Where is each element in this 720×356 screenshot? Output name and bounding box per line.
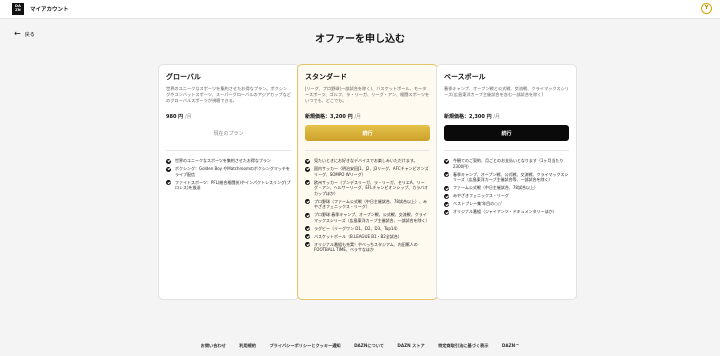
feature-item: ファーム公式戦（中日主催試合、78試合以上） [444, 185, 569, 191]
plan-card-standard: スタンダード Jリーグ、プロ野球(一部試合を除く)、バスケットボール、モータース… [297, 64, 438, 300]
plan-price: 新規価格：2,300 円 /月 [444, 113, 569, 125]
feature-item: ボクシング：Golden Boy やMatchroomのボクシングマッチをライブ… [166, 166, 291, 177]
footer-link-contact[interactable]: お問い合わせ [201, 343, 226, 348]
price-unit: /月 [493, 114, 501, 120]
feature-item: 国内サッカー（明治安田J1、J2、J3リーグ、AFCチャンピオンズリーグ、SOM… [305, 166, 430, 177]
feature-item: みやざきフェニックス・リーグ [444, 193, 569, 199]
check-icon [166, 180, 171, 186]
feature-list: 世界のユニークなスポーツを集約させたお得なプラン ボクシング：Golden Bo… [166, 158, 291, 191]
check-icon [305, 166, 310, 172]
divider [444, 150, 569, 151]
price-label: 新規価格： [444, 114, 470, 120]
current-plan-label: 現在のプラン [213, 130, 244, 137]
feature-item: バスケットボール（B.LEAGUE B1・B2全試合） [305, 234, 430, 240]
check-icon [305, 180, 310, 186]
plan-price: 新規価格：3,200 円 /月 [305, 113, 430, 125]
footer-link-legal[interactable]: 特定商取引法に基づく表示 [438, 343, 488, 348]
footer-link-trademark[interactable]: DAZN™ [502, 343, 519, 348]
check-icon [444, 193, 449, 199]
check-icon [305, 158, 310, 164]
footer-link-about[interactable]: DAZNについて [354, 343, 384, 348]
footer-links: お問い合わせ 利用規約 プライバシーポリシーとクッキー通知 DAZNについて D… [0, 343, 720, 349]
plan-card-global: グローバル 世界のユニークなスポーツを集約させたお得なプラン。ボクシングやコンバ… [158, 64, 299, 300]
plan-description: 世界のユニークなスポーツを集約させたお得なプラン。ボクシングやコンバットスポーツ… [166, 86, 291, 104]
price-value: 3,200 円 [330, 114, 353, 120]
check-icon [305, 226, 310, 232]
plan-name: ベースボール [444, 73, 486, 81]
page-title: オファーを申し込む [315, 34, 405, 45]
divider [166, 150, 291, 151]
feature-item: 世界のユニークなスポーツを集約させたお得なプラン [166, 158, 291, 164]
check-icon [444, 209, 449, 215]
plan-name: スタンダード [305, 73, 347, 81]
feature-item: オリジナル番組（ジャイアンツ・ドキュメンタリーほか） [444, 209, 569, 215]
feature-item: ベストプレー集'年目の○○' [444, 201, 569, 207]
price-label: 新規価格： [305, 114, 331, 120]
feature-item: プロ野球（ファーム公式戦（中日主催試合、78試合以上）、みやざきフェニックス・リ… [305, 199, 430, 210]
feature-item: 今観てのご契約、月ごとのお支払いとなります（1ヶ月当たり2300円） [444, 158, 569, 169]
footer-link-privacy[interactable]: プライバシーポリシーとクッキー通知 [269, 343, 340, 348]
feature-item: オリジナル番組も充実！やべっちスタジアム、内田篤人のFOOTBALL TIME、… [305, 242, 430, 253]
check-icon [166, 158, 171, 164]
feature-item: 見たいときにお好きなデバイスでお楽しみいただけます。 [305, 158, 430, 164]
continue-button-baseball[interactable]: 続行 [444, 125, 569, 141]
check-icon [166, 166, 171, 172]
dazn-logo[interactable]: DA ZN [12, 3, 24, 15]
check-icon [305, 212, 310, 218]
check-icon [305, 199, 310, 205]
check-icon [444, 185, 449, 191]
feature-item: ファイトスポーツ：PFL(総合格闘技)やインパクトレスリング(プロレス)を放送 [166, 180, 291, 191]
price-value: 980 円 [166, 114, 184, 120]
price-value: 2,300 円 [469, 114, 492, 120]
avatar[interactable]: Y [701, 3, 712, 14]
plan-description: 春季キャンプ、オープン戦と公式戦、交流戦、クライマックスシリーズ(広島東洋カープ… [444, 86, 569, 98]
feature-item: 春季キャンプ、オープン戦、公式戦、交流戦、クライマックスシリーズ（広島東洋カープ… [444, 172, 569, 183]
check-icon [444, 172, 449, 178]
account-title: マイアカウント [30, 7, 69, 13]
feature-item: ラグビー（リーグワン D1、D2、D3、Top14） [305, 226, 430, 232]
plan-description: Jリーグ、プロ野球(一部試合を除く)、バスケットボール、モータースポーツ、ゴルフ… [305, 86, 430, 104]
feature-list: 今観てのご契約、月ごとのお支払いとなります（1ヶ月当たり2300円） 春季キャン… [444, 158, 569, 215]
divider [305, 150, 430, 151]
feature-list: 見たいときにお好きなデバイスでお楽しみいただけます。 国内サッカー（明治安田J1… [305, 158, 430, 253]
plan-card-baseball: ベースボール 春季キャンプ、オープン戦と公式戦、交流戦、クライマックスシリーズ(… [436, 64, 577, 300]
check-icon [305, 234, 310, 240]
top-bar: DA ZN マイアカウント Y [0, 0, 720, 19]
continue-button-standard[interactable]: 続行 [305, 125, 430, 141]
feature-item: 欧州サッカー（ブンデスリーガ、ラ・リーガ、セリエA、リーグ・アン、ヘルサーリーグ… [305, 180, 430, 197]
check-icon [444, 158, 449, 164]
footer-link-store[interactable]: DAZN ストア [397, 343, 424, 348]
feature-item: プロ野球 春季キャンプ、オープン戦、公式戦、交流戦、クライマックスシリーズ（広島… [305, 212, 430, 223]
plan-name: グローバル [166, 73, 201, 81]
footer-link-terms[interactable]: 利用規約 [239, 343, 256, 348]
price-unit: /月 [184, 114, 192, 120]
plan-price: 980 円 /月 [166, 113, 291, 125]
check-icon [305, 242, 310, 248]
check-icon [444, 201, 449, 207]
price-unit: /月 [354, 114, 362, 120]
